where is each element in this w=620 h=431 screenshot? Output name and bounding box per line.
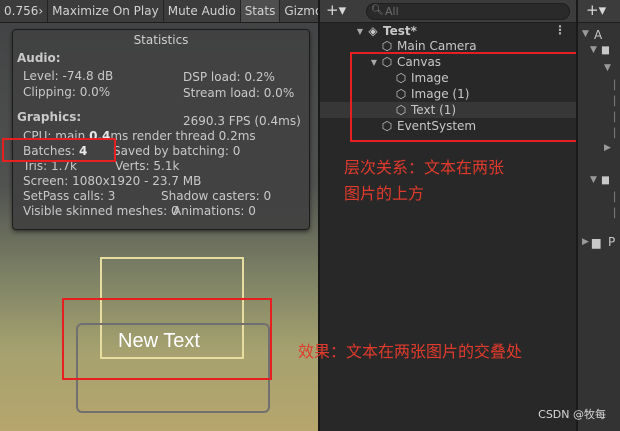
- animations-count: Animations: 0: [173, 204, 256, 218]
- expand-arrow-icon[interactable]: ▼: [354, 27, 366, 36]
- folder-icon: ▆: [592, 236, 601, 249]
- effect-note: 效果：文本在两张图片的交叠处: [298, 342, 523, 361]
- hierarchy-search[interactable]: 🔍︎: [366, 3, 570, 20]
- saved-by-batching: Saved by batching: 0: [113, 144, 241, 158]
- project-panel: ▼ A ▼ ▆ ▼ │ │ │ │ ▶ ▼ ▆ │ │ ▶ ▆ P: [578, 23, 620, 431]
- search-icon: 🔍︎: [371, 5, 384, 16]
- audio-clipping: Clipping: 0.0%: [23, 85, 111, 99]
- tree-line-icon: │: [612, 97, 618, 107]
- unity-scene-icon: ◈: [368, 24, 378, 38]
- scene-row[interactable]: ▼ ◈ Test* ⋮: [320, 23, 576, 39]
- visible-skinned-meshes: Visible skinned meshes: 0: [23, 204, 179, 218]
- shadow-casters: Shadow casters: 0: [161, 189, 272, 203]
- project-root-label: A: [594, 28, 603, 42]
- tree-line-icon: │: [612, 209, 618, 219]
- stream-load: Stream load: 0.0%: [183, 86, 295, 100]
- statistics-panel: Statistics Audio: Level: -74.8 dB DSP lo…: [12, 29, 310, 230]
- scene-menu-icon[interactable]: ⋮: [554, 23, 566, 37]
- batches-highlight-box: [2, 138, 116, 162]
- effect-highlight-box: [62, 298, 272, 380]
- stats-toggle[interactable]: Stats: [240, 0, 281, 22]
- tree-line-icon: │: [612, 193, 618, 203]
- expand-arrow-icon[interactable]: ▶: [582, 237, 589, 247]
- collapse-arrow-icon[interactable]: ▼: [590, 45, 597, 55]
- project-toolbar: +▾: [578, 0, 620, 23]
- hierarchy-toolbar: +▾ 🔍︎: [320, 0, 576, 23]
- graphics-header: Graphics:: [17, 110, 82, 124]
- stats-title: Statistics: [133, 33, 189, 47]
- screen-info: Screen: 1080x1920 - 23.7 MB: [23, 174, 202, 188]
- hierarchy-note-line1: 层次关系：文本在两张: [344, 158, 505, 177]
- watermark: CSDN @牧每: [538, 408, 606, 421]
- fps-readout: 2690.3 FPS (0.4ms): [183, 114, 301, 128]
- audio-header: Audio:: [17, 51, 61, 65]
- expand-arrow-icon[interactable]: ▶: [604, 143, 611, 153]
- hierarchy-note-line2: 图片的上方: [344, 184, 425, 203]
- aspect-dropdown[interactable]: 0.756›: [0, 0, 49, 22]
- tree-line-icon: │: [612, 129, 618, 139]
- hierarchy-item-label: Main Camera: [397, 39, 477, 53]
- tree-line-icon: │: [612, 113, 618, 123]
- collapse-arrow-icon[interactable]: ▼: [604, 63, 611, 73]
- folder-icon: ▆: [602, 175, 609, 185]
- maximize-on-play-toggle[interactable]: Maximize On Play: [48, 0, 164, 22]
- packages-label: P: [608, 235, 616, 249]
- setpass-calls: SetPass calls: 3: [23, 189, 116, 203]
- collapse-arrow-icon[interactable]: ▼: [582, 29, 589, 39]
- audio-level: Level: -74.8 dB: [23, 69, 114, 83]
- dsp-load: DSP load: 0.2%: [183, 70, 275, 84]
- tree-line-icon: │: [612, 81, 618, 91]
- folder-icon: ▆: [602, 45, 609, 55]
- hierarchy-highlight-box: [350, 52, 578, 142]
- game-toolbar: 0.756› Maximize On Play Mute Audio Stats…: [0, 0, 334, 23]
- collapse-arrow-icon[interactable]: ▼: [590, 175, 597, 185]
- cpu-suffix: ms render thread 0.2ms: [110, 129, 256, 143]
- project-add-button[interactable]: +▾: [586, 2, 606, 19]
- mute-audio-toggle[interactable]: Mute Audio: [164, 0, 241, 22]
- scene-name: Test*: [383, 24, 417, 38]
- verts-count: Verts: 5.1k: [115, 159, 180, 173]
- gameobject-icon: ⬡: [381, 39, 393, 53]
- add-object-button[interactable]: +▾: [326, 2, 346, 19]
- search-input[interactable]: [385, 4, 565, 19]
